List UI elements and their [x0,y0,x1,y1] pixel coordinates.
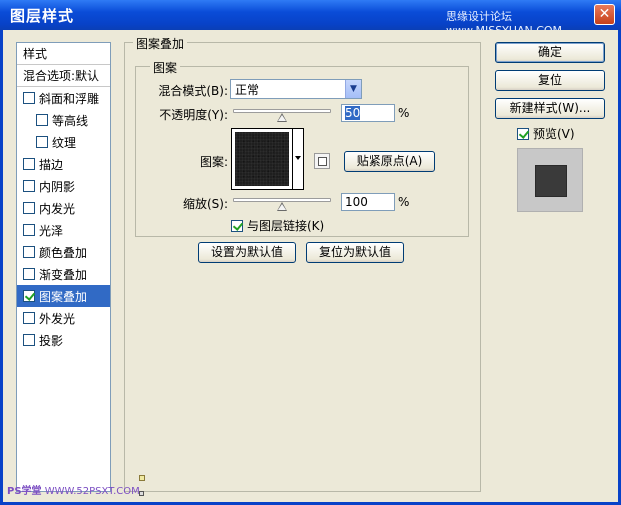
blend-options-item[interactable]: 混合选项:默认 [17,65,110,87]
style-item-checkbox[interactable] [23,224,35,236]
style-item[interactable]: 内阴影 [17,175,110,197]
scale-input[interactable]: 100 [341,193,395,211]
opacity-label: 不透明度(Y): [159,108,228,122]
new-preset-icon[interactable] [314,153,330,169]
opacity-unit: % [398,106,410,120]
set-default-button[interactable]: 设置为默认值 [198,242,296,263]
footer-watermark: PS学堂 WWW.52PSXT.COM [7,482,140,497]
preview-checkbox[interactable]: 预览(V) [517,125,575,142]
style-item-label: 内阴影 [39,179,76,194]
scale-label: 缩放(S): [182,197,228,211]
style-item[interactable]: 光泽 [17,219,110,241]
style-item[interactable]: 颜色叠加 [17,241,110,263]
footer-site: WWW.52PSXT.COM [44,486,140,497]
pattern-group: 图案 混合模式(B): 正常 ▼ 不透明度(Y): 50 % 图案: 贴紧原点(… [135,59,469,237]
scale-unit: % [398,195,410,209]
style-item-label: 图案叠加 [39,289,88,304]
style-item[interactable]: 外发光 [17,307,110,329]
style-list: 样式 混合选项:默认 斜面和浮雕等高线纹理描边内阴影内发光光泽颜色叠加渐变叠加图… [16,42,111,492]
style-item-checkbox[interactable] [23,334,35,346]
style-item-checkbox[interactable] [23,312,35,324]
style-item-checkbox[interactable] [36,136,48,148]
new-style-button[interactable]: 新建样式(W)... [495,98,605,119]
style-item[interactable]: 等高线 [17,109,110,131]
snap-to-origin-button[interactable]: 贴紧原点(A) [344,151,435,172]
opacity-value: 50 [345,106,361,120]
close-icon: ✕ [598,6,611,22]
style-item-checkbox[interactable] [23,290,35,302]
style-items: 斜面和浮雕等高线纹理描边内阴影内发光光泽颜色叠加渐变叠加图案叠加外发光投影 [17,87,110,351]
style-item[interactable]: 纹理 [17,131,110,153]
style-item-checkbox[interactable] [36,114,48,126]
style-item-label: 描边 [39,157,64,172]
pattern-overlay-group-title: 图案叠加 [133,35,188,52]
style-item-label: 投影 [39,333,64,348]
style-item-label: 斜面和浮雕 [39,91,100,106]
pattern-label: 图案: [199,155,228,169]
style-item-checkbox[interactable] [23,202,35,214]
style-item-label: 光泽 [39,223,64,238]
pattern-picker-dropdown[interactable] [293,128,304,190]
style-list-header[interactable]: 样式 [17,43,110,65]
footer-ps-label: PS学堂 [7,486,42,497]
scale-slider-thumb[interactable] [277,202,287,211]
blend-mode-select[interactable]: 正常 ▼ [230,79,362,99]
style-preview-swatch [535,165,567,197]
dialog-title: 图层样式 [10,7,75,25]
style-item-checkbox[interactable] [23,180,35,192]
ok-button[interactable]: 确定 [495,42,605,63]
opacity-input[interactable]: 50 [341,104,395,122]
style-item-label: 纹理 [52,135,77,150]
style-item-label: 外发光 [39,311,76,326]
preview-check-icon [517,127,529,140]
style-item-label: 渐变叠加 [39,267,88,282]
layer-style-dialog: 图层样式 思缘设计论坛 www.MISSYUAN.COM ✕ 样式 混合选项:默… [0,0,621,505]
title-bar[interactable]: 图层样式 思缘设计论坛 www.MISSYUAN.COM ✕ [0,0,621,37]
pattern-group-title: 图案 [150,59,181,76]
close-button[interactable]: ✕ [594,4,615,25]
reset-button[interactable]: 复位 [495,70,605,91]
style-item-checkbox[interactable] [23,158,35,170]
style-item-checkbox[interactable] [23,268,35,280]
style-item[interactable]: 斜面和浮雕 [17,87,110,109]
reset-default-button[interactable]: 复位为默认值 [306,242,404,263]
style-item[interactable]: 内发光 [17,197,110,219]
link-with-layer-label: 与图层链接(K) [247,219,325,233]
pattern-overlay-panel: 图案叠加 图案 混合模式(B): 正常 ▼ 不透明度(Y): 50 % 图案: … [124,35,481,492]
style-item[interactable]: 渐变叠加 [17,263,110,285]
scale-value: 100 [345,195,368,209]
link-with-layer-check-icon [231,219,243,232]
blend-mode-value: 正常 [235,83,260,97]
style-item-checkbox[interactable] [23,92,35,104]
opacity-slider-thumb[interactable] [277,113,287,122]
chevron-down-icon: ▼ [345,80,361,98]
resize-grip-icon [139,475,145,481]
preview-label: 预览(V) [533,127,575,141]
style-item-label: 等高线 [52,113,89,128]
style-item-label: 颜色叠加 [39,245,88,260]
style-item[interactable]: 描边 [17,153,110,175]
style-item-checkbox[interactable] [23,246,35,258]
dialog-body: 样式 混合选项:默认 斜面和浮雕 等高线 纹理 描边 内阴影 内发光 光泽 颜色叠加 渐变叠加图… [3,30,618,502]
style-item-label: 内发光 [39,201,76,216]
style-item[interactable]: 图案叠加 [17,285,110,307]
pattern-preview [235,132,289,186]
blend-mode-label: 混合模式(B): [158,84,228,98]
style-preview [517,148,583,212]
link-with-layer-checkbox[interactable]: 与图层链接(K) [231,217,324,234]
style-item[interactable]: 投影 [17,329,110,351]
pattern-swatch[interactable] [231,128,293,190]
